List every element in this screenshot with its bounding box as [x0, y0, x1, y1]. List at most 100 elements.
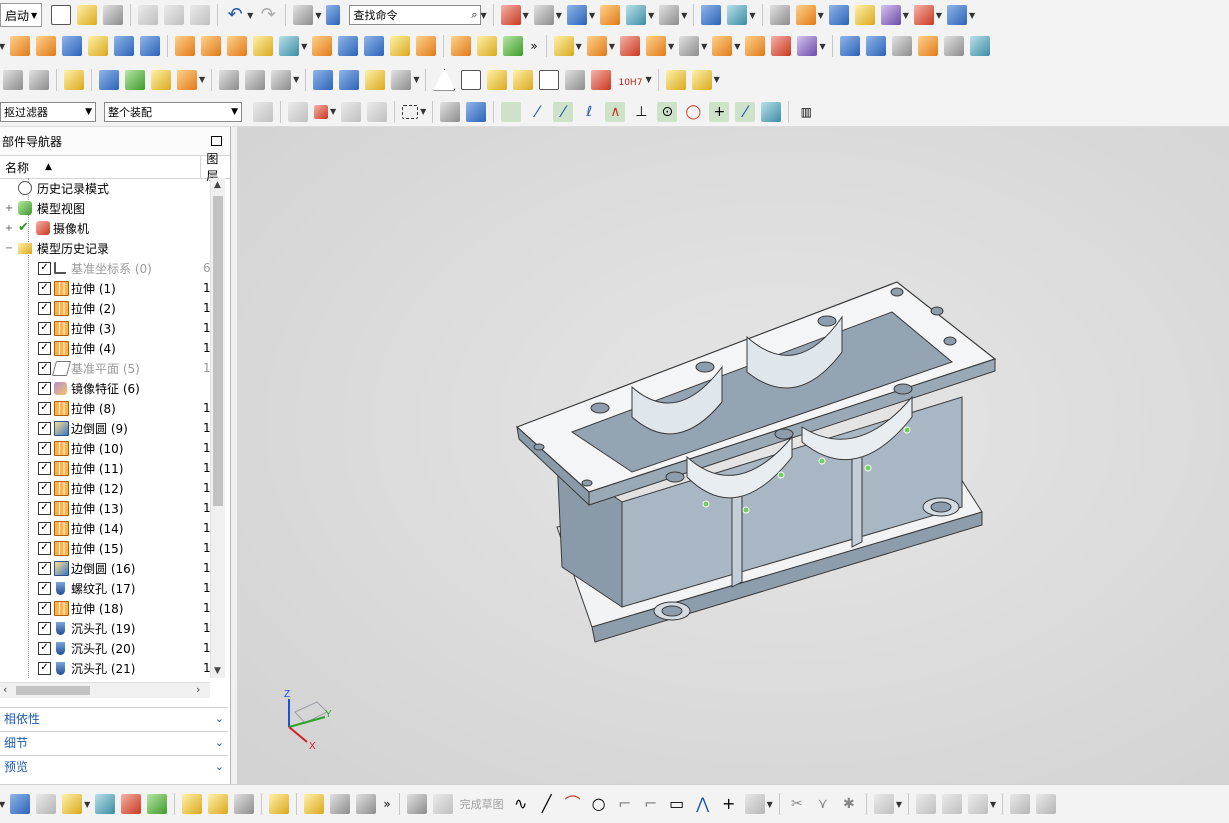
bearing-housing-model[interactable] — [515, 281, 997, 643]
tree-item-history-mode[interactable]: 历史记录模式 — [0, 178, 210, 198]
fit-view-icon[interactable] — [500, 5, 521, 25]
add-existing-icon[interactable] — [62, 794, 83, 814]
feature-row[interactable]: ✓ 拉伸 (2) 1 — [0, 298, 210, 318]
annotation-dropdown-icon[interactable]: ▼ — [199, 75, 205, 84]
layer-filter-icon[interactable]: ▥ — [796, 102, 816, 122]
feature-row[interactable]: ✓ 拉伸 (1) 1 — [0, 278, 210, 298]
selection-scope-select[interactable]: 整个装配 ▼ — [104, 101, 242, 122]
new-component-icon[interactable] — [125, 69, 145, 90]
constraint-dropdown-icon[interactable]: ▼ — [749, 11, 755, 20]
render-style-icon[interactable] — [566, 5, 587, 25]
surface-finish-icon[interactable] — [539, 69, 560, 90]
selected-point[interactable] — [864, 464, 872, 472]
pull-face-icon[interactable] — [586, 36, 607, 56]
name-column-header[interactable]: 名称 ▲ — [0, 156, 202, 178]
graphics-viewport[interactable]: Z Y X — [237, 127, 1229, 784]
checkbox-checked[interactable]: ✓ — [38, 481, 51, 495]
tree-item-cameras[interactable]: + ✔ 摄像机 — [0, 218, 210, 238]
linear-dimension-icon[interactable] — [745, 36, 766, 56]
clip-section-icon[interactable] — [626, 5, 647, 25]
datum-icon[interactable] — [487, 69, 508, 90]
clip-dropdown-icon[interactable]: ▼ — [648, 11, 654, 20]
tolerance-dropdown-icon[interactable]: ▼ — [645, 75, 651, 84]
type-filter-select[interactable]: 抠过滤器 ▼ — [0, 101, 96, 122]
route-icon[interactable] — [330, 794, 351, 814]
chamfer-icon[interactable] — [451, 36, 472, 56]
feature-row[interactable]: ✓ 镜像特征 (6) — [0, 378, 210, 398]
polygon-icon[interactable]: ⋀ — [693, 794, 713, 814]
tolerance-fit-icon[interactable]: 10H7 — [617, 70, 643, 90]
redo-icon[interactable]: ↷ — [258, 5, 278, 25]
rectangle-icon[interactable]: ▭ — [667, 794, 687, 814]
scroll-thumb[interactable] — [16, 686, 90, 695]
pattern-geometry-icon[interactable] — [227, 36, 248, 56]
model-canvas[interactable]: Z Y X — [237, 127, 1229, 784]
control-point-icon[interactable]: ℓ — [579, 102, 599, 122]
block-icon[interactable] — [62, 36, 83, 56]
feature-row[interactable]: ✓ 边倒圆 (9) 1 — [0, 418, 210, 438]
selected-point[interactable] — [818, 457, 826, 465]
dimension-set-dropdown-icon[interactable]: ▼ — [293, 75, 299, 84]
checkbox-checked[interactable]: ✓ — [38, 341, 51, 355]
cylinder-pipe-icon[interactable] — [313, 69, 334, 90]
fillet-icon[interactable]: ⌐ — [615, 794, 635, 814]
add-component-icon[interactable] — [99, 69, 119, 90]
draft-icon[interactable] — [477, 36, 498, 56]
bottom-dropdown-icon[interactable]: ▼ — [0, 800, 5, 809]
selected-point[interactable] — [702, 500, 710, 508]
save-icon[interactable] — [103, 5, 124, 25]
point-on-face-icon[interactable] — [761, 101, 782, 122]
assembly-icon[interactable] — [665, 69, 686, 90]
variational-sweep-icon[interactable] — [338, 36, 359, 56]
overflow-chevron[interactable]: » — [530, 39, 537, 53]
note-icon[interactable] — [64, 69, 84, 90]
checkbox-checked[interactable]: ✓ — [38, 421, 51, 435]
spring-icon[interactable] — [339, 69, 360, 90]
scroll-right-icon[interactable]: › — [196, 683, 200, 696]
triangle-icon[interactable] — [433, 68, 456, 91]
scroll-thumb[interactable] — [213, 196, 223, 506]
section-curve-icon[interactable] — [219, 69, 240, 90]
cut-icon[interactable] — [138, 5, 159, 25]
window-icon[interactable] — [293, 5, 314, 25]
checkbox-checked[interactable]: ✓ — [38, 621, 51, 635]
feature-curve-icon[interactable] — [288, 101, 308, 122]
group-face-icon[interactable] — [797, 36, 818, 56]
feature-row[interactable]: ✓ 边倒圆 (16) 1 — [0, 558, 210, 578]
through-curve-mesh-icon[interactable] — [865, 36, 886, 56]
constraint-icon[interactable] — [147, 794, 168, 814]
end-point-icon[interactable]: ⁄ — [527, 102, 547, 122]
line-icon[interactable]: ╱ — [537, 794, 557, 814]
analysis-icon[interactable] — [880, 5, 901, 25]
feature-row[interactable]: ✓ 拉伸 (15) 1 — [0, 538, 210, 558]
replace-component-icon[interactable] — [151, 69, 171, 90]
feature-row[interactable]: ✓ 拉伸 (10) 1 — [0, 438, 210, 458]
checkbox-checked[interactable]: ✓ — [38, 401, 51, 415]
clearance-icon[interactable] — [269, 794, 290, 814]
resize-face-icon[interactable] — [679, 36, 700, 56]
extrude-icon[interactable] — [10, 36, 31, 56]
feature-row[interactable]: ✓ 拉伸 (3) 1 — [0, 318, 210, 338]
snap-grid-icon[interactable] — [913, 5, 934, 25]
constraints-icon[interactable] — [941, 794, 962, 814]
fit-dropdown-icon[interactable]: ▼ — [523, 11, 529, 20]
undo-dropdown-icon[interactable]: ▼ — [247, 11, 253, 20]
auto-constrain-icon[interactable] — [967, 794, 988, 814]
panel-dependencies[interactable]: 相依性 ⌄ — [0, 707, 228, 729]
spline-icon[interactable] — [744, 794, 765, 814]
show-constraints-icon[interactable] — [1010, 794, 1031, 814]
assembly-dropdown-icon[interactable]: ▼ — [714, 75, 720, 84]
checkbox-checked[interactable]: ✓ — [38, 441, 51, 455]
pattern-feature-icon[interactable] — [175, 36, 196, 56]
orient-dropdown-icon[interactable]: ▼ — [556, 11, 562, 20]
gear-dropdown-icon[interactable]: ▼ — [413, 75, 419, 84]
finish-sketch-label[interactable]: 完成草图 — [460, 796, 504, 812]
feature-row[interactable]: ✓ 沉头孔 (19) 1 — [0, 618, 210, 638]
checkbox-checked[interactable]: ✓ — [38, 461, 51, 475]
sweep-icon[interactable] — [312, 36, 333, 56]
cable-icon[interactable] — [356, 794, 377, 814]
delete-face-icon[interactable] — [619, 36, 640, 56]
trim-body-icon[interactable] — [503, 36, 524, 56]
tree-item-model-views[interactable]: + 模型视图 — [0, 198, 210, 218]
measure-body-icon[interactable] — [854, 5, 875, 25]
